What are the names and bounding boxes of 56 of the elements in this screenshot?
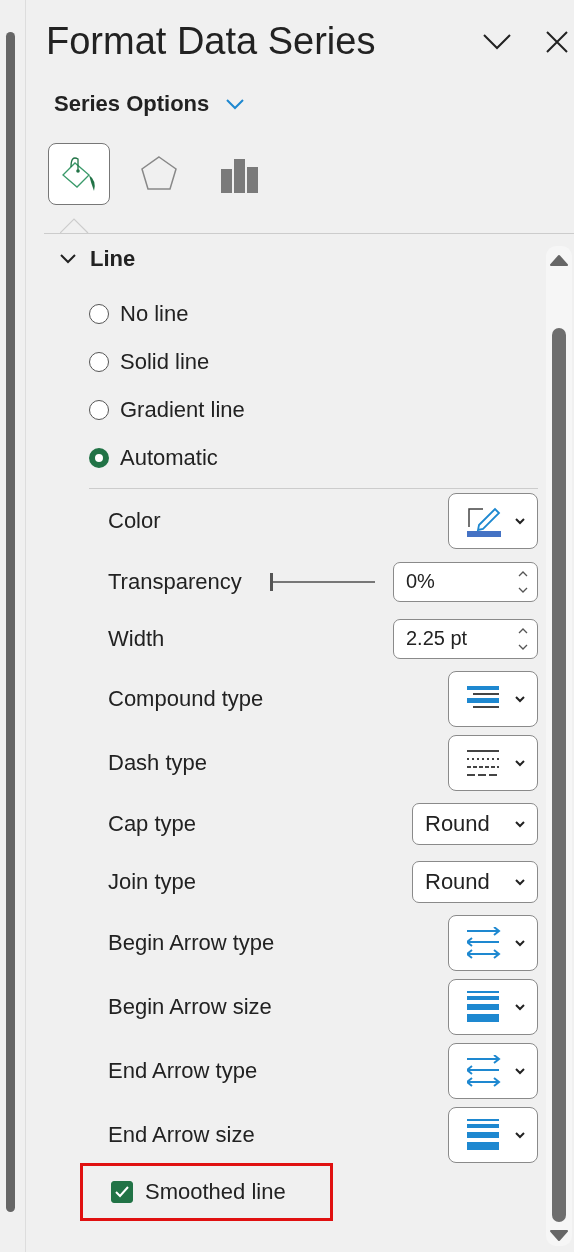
dropdown[interactable]: Round — [412, 803, 538, 845]
radio-label[interactable]: Solid line — [120, 349, 210, 375]
property-label: Begin Arrow type — [108, 930, 276, 956]
radio-label[interactable]: Automatic — [120, 445, 218, 471]
property-label: Begin Arrow size — [108, 994, 273, 1020]
caret-icon — [515, 878, 525, 886]
property-label: Width — [108, 625, 166, 652]
dropdown-button[interactable] — [448, 493, 538, 549]
property-label: End Arrow size — [108, 1122, 256, 1148]
caret-icon — [515, 820, 525, 828]
spin-field[interactable]: 2.25 pt — [393, 618, 538, 659]
fill-line-tab[interactable] — [48, 143, 110, 205]
caret-icon — [515, 1003, 525, 1011]
property-label: End Arrow type — [108, 1058, 259, 1084]
checkbox-label[interactable]: Smoothed line — [145, 1179, 286, 1205]
line-weights-icon — [467, 991, 501, 1023]
check-icon — [115, 1186, 129, 1198]
radio-button[interactable] — [89, 304, 109, 324]
caret-icon — [515, 1067, 525, 1075]
chevron-icon[interactable] — [482, 31, 512, 52]
caret-icon — [515, 517, 525, 525]
dropdown[interactable]: Round — [412, 861, 538, 903]
spin-field[interactable]: 0% — [393, 561, 538, 602]
caret-icon — [515, 759, 525, 767]
pane-title: Format Data Series — [46, 20, 376, 63]
double-arrow-icon — [467, 1055, 501, 1087]
property-label: Transparency — [108, 568, 243, 595]
radio-button[interactable] — [89, 400, 109, 420]
dropdown-button[interactable] — [448, 671, 538, 727]
caret-icon — [515, 939, 525, 947]
caret-icon — [515, 1131, 525, 1139]
section-title[interactable]: Line — [90, 246, 136, 272]
scroll-down-icon[interactable] — [550, 1230, 568, 1242]
close-icon[interactable] — [546, 30, 568, 53]
pencil-icon — [467, 505, 501, 537]
caret-icon — [515, 695, 525, 703]
line-weights-icon — [467, 1119, 501, 1151]
property-label: Compound type — [108, 686, 265, 712]
scrollbar-thumb[interactable] — [552, 328, 566, 1222]
series-options-label[interactable]: Series Options — [54, 91, 210, 117]
checkbox[interactable] — [111, 1181, 133, 1203]
scrollbar-thumb[interactable] — [6, 32, 15, 1212]
scroll-up-icon[interactable] — [550, 254, 568, 266]
dashed-lines-icon — [467, 748, 501, 778]
double-arrow-icon — [467, 927, 501, 959]
radio-label[interactable]: Gradient line — [120, 397, 245, 423]
radio-button[interactable] — [89, 352, 109, 372]
property-label: Color — [108, 508, 162, 534]
property-label: Dash type — [108, 750, 209, 776]
slider-thumb[interactable] — [270, 572, 273, 591]
property-label: Join type — [108, 869, 198, 895]
chevron-icon[interactable] — [60, 254, 76, 264]
property-label: Cap type — [108, 811, 198, 837]
radio-button[interactable] — [89, 448, 109, 468]
dropdown-button[interactable] — [448, 735, 538, 791]
radio-label[interactable]: No line — [120, 301, 189, 327]
